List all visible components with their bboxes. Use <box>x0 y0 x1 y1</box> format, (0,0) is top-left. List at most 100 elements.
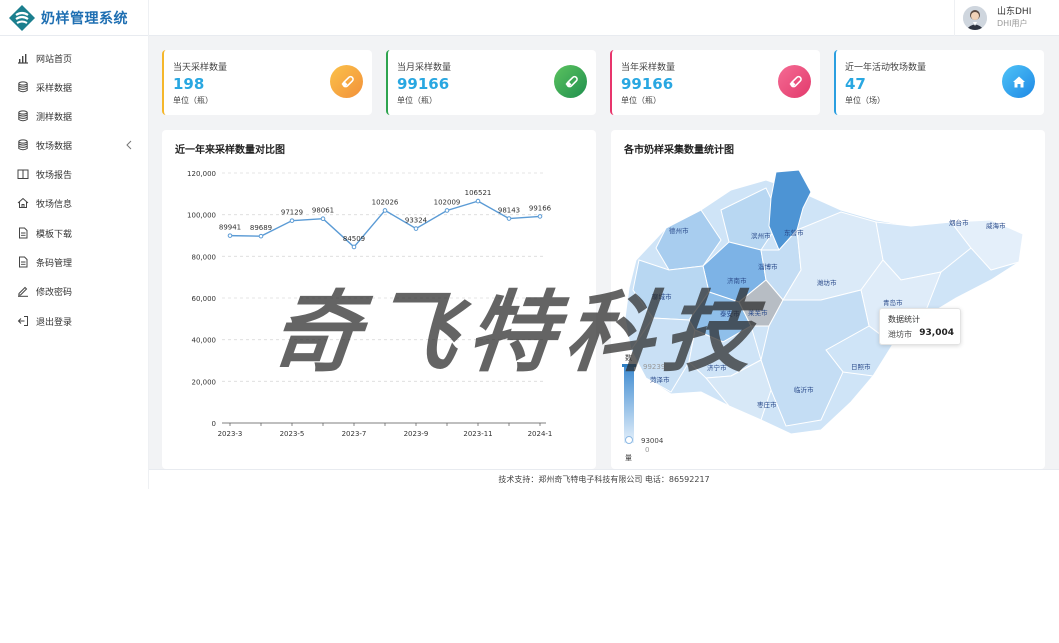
data-label: 89689 <box>250 224 272 232</box>
x-tick-label: 2023-9 <box>404 430 429 438</box>
sidebar-item-label: 测样数据 <box>36 112 73 123</box>
stat-card-year: 当年采样数量 99166 单位（瓶） <box>610 50 820 115</box>
city-label: 烟台市 <box>949 218 969 227</box>
sidebar-item-barcode[interactable]: 条码管理 <box>0 252 149 272</box>
city-label: 东营市 <box>784 228 804 237</box>
sidebar-item-change-password[interactable]: 修改密码 <box>0 281 149 301</box>
sidebar-item-label: 修改密码 <box>36 287 73 298</box>
panel-title: 近一年来采样数量对比图 <box>175 145 285 156</box>
y-tick-label: 100,000 <box>187 212 216 220</box>
user-menu[interactable]: 山东DHI DHI用户 <box>954 0 1059 36</box>
data-point <box>258 233 264 239</box>
province-map[interactable]: 德州市 滨州市 东营市 烟台市 威海市 济南市 淄博市 聊城市 泰安市 莱芜市 … <box>611 130 1045 469</box>
city-label: 泰安市 <box>720 309 740 318</box>
data-label: 102009 <box>434 198 461 206</box>
visual-map-label-bottom: 量 <box>625 454 632 462</box>
sidebar-item-sampling-data[interactable]: 采样数据 <box>0 77 149 97</box>
main-content: 当天采样数量 198 单位（瓶） 当月采样数量 99166 单位（瓶） 当年采样… <box>149 36 1059 469</box>
avatar <box>963 6 987 30</box>
map-panel: 各市奶样采集数量统计图 德州市 滨州市 东营市 烟台市 威海市 济南市 淄博市 … <box>611 130 1045 469</box>
stat-card-active-farms: 近一年活动牧场数量 47 单位（场） <box>834 50 1044 115</box>
city-label: 日照市 <box>851 362 871 371</box>
stat-title: 当年采样数量 <box>621 63 676 73</box>
visual-map-min-label: 93004 <box>641 437 664 445</box>
sidebar-item-label: 采样数据 <box>36 83 73 94</box>
series-line <box>229 200 541 248</box>
sidebar-item-label: 条码管理 <box>36 258 73 269</box>
footer: 技术支持：郑州奇飞特电子科技有限公司 电话：86592217 <box>149 469 1059 489</box>
city-label: 青岛市 <box>883 298 903 307</box>
sidebar-item-label: 网站首页 <box>36 54 73 65</box>
data-label: 97129 <box>281 209 303 217</box>
line-chart[interactable]: 0 20,000 40,000 60,000 80,000 100,000 120,000 2… <box>162 130 596 469</box>
x-tick-label: 2023-5 <box>280 430 305 438</box>
stat-value: 99166 <box>397 75 450 93</box>
visual-map-bar[interactable] <box>624 365 634 443</box>
data-point <box>320 216 326 222</box>
data-point <box>382 208 388 213</box>
stat-unit: 单位（瓶） <box>621 96 661 105</box>
app-title: 奶样管理系统 <box>41 11 128 27</box>
data-label: 98143 <box>498 207 520 215</box>
city-label: 临沂市 <box>794 385 814 394</box>
stat-value: 47 <box>845 75 866 93</box>
visual-map-label-top: 数 <box>625 353 632 362</box>
sidebar: 网站首页 采样数据 测样数据 牧场数据 牧场报告 牧场信息 模板下载 条码管理 … <box>0 36 149 489</box>
logo-icon <box>9 5 35 31</box>
data-label: 84509 <box>343 235 365 243</box>
data-label: 102026 <box>372 198 399 206</box>
app-root: 奶样管理系统 山东DHI DHI用户 网站首页 采样数据 测样数据 牧场数据 牧… <box>0 0 1059 643</box>
sidebar-item-farm-info[interactable]: 牧场信息 <box>0 193 149 213</box>
y-tick-label: 120,000 <box>187 170 216 178</box>
city-label: 德州市 <box>669 226 689 235</box>
data-point <box>227 233 233 238</box>
book-icon <box>17 168 29 180</box>
map-tooltip: 数据统计 潍坊市 93,004 <box>879 308 961 345</box>
x-tick-label: 2023-7 <box>342 430 367 438</box>
top-bar: 奶样管理系统 山东DHI DHI用户 <box>0 0 1059 36</box>
city-label: 威海市 <box>986 221 1006 230</box>
city-label: 滨州市 <box>751 231 771 240</box>
sidebar-item-label: 退出登录 <box>36 317 73 328</box>
stat-value: 198 <box>173 75 205 93</box>
document-icon <box>17 227 29 239</box>
visual-map-handle-top[interactable] <box>622 364 636 367</box>
visual-map-handle-bottom[interactable] <box>625 436 633 444</box>
footer-text: 技术支持：郑州奇飞特电子科技有限公司 电话：86592217 <box>498 475 710 484</box>
database-icon <box>17 139 29 151</box>
x-tick-label: 2023-11 <box>463 430 492 438</box>
city-label: 枣庄市 <box>757 400 777 409</box>
panel-title: 各市奶样采集数量统计图 <box>624 145 734 156</box>
sidebar-item-label: 牧场数据 <box>36 141 73 152</box>
sample-tube-icon <box>330 65 363 98</box>
stat-title: 当月采样数量 <box>397 63 452 73</box>
data-point <box>444 208 450 213</box>
chevron-left-icon[interactable] <box>124 139 134 151</box>
data-point <box>506 216 512 221</box>
city-label: 潍坊市 <box>817 278 837 287</box>
sidebar-item-label: 牧场报告 <box>36 170 73 181</box>
sidebar-item-home[interactable]: 网站首页 <box>0 48 149 68</box>
y-tick-label: 40,000 <box>192 337 217 345</box>
data-label: 106521 <box>465 189 492 197</box>
user-name: 山东DHI <box>997 7 1032 17</box>
visual-map-min: 0 <box>645 446 649 454</box>
bar-chart-icon <box>17 52 29 64</box>
home-icon <box>17 197 29 209</box>
data-point <box>537 214 543 219</box>
data-point <box>351 244 357 250</box>
y-tick-label: 80,000 <box>192 253 217 261</box>
sidebar-item-testing-data[interactable]: 测样数据 <box>0 106 149 126</box>
city-label: 菏泽市 <box>650 375 670 384</box>
user-role: DHI用户 <box>997 19 1028 28</box>
data-label: 99166 <box>529 204 552 212</box>
sidebar-item-farm-report[interactable]: 牧场报告 <box>0 164 149 184</box>
sidebar-item-logout[interactable]: 退出登录 <box>0 311 149 331</box>
sidebar-item-farm-data[interactable]: 牧场数据 <box>0 135 149 155</box>
sidebar-item-label: 牧场信息 <box>36 199 73 210</box>
sidebar-item-template-download[interactable]: 模板下载 <box>0 223 149 243</box>
stat-title: 当天采样数量 <box>173 63 228 73</box>
stat-unit: 单位（场） <box>845 96 885 105</box>
brand[interactable]: 奶样管理系统 <box>0 0 149 36</box>
y-tick-label: 0 <box>212 420 216 428</box>
